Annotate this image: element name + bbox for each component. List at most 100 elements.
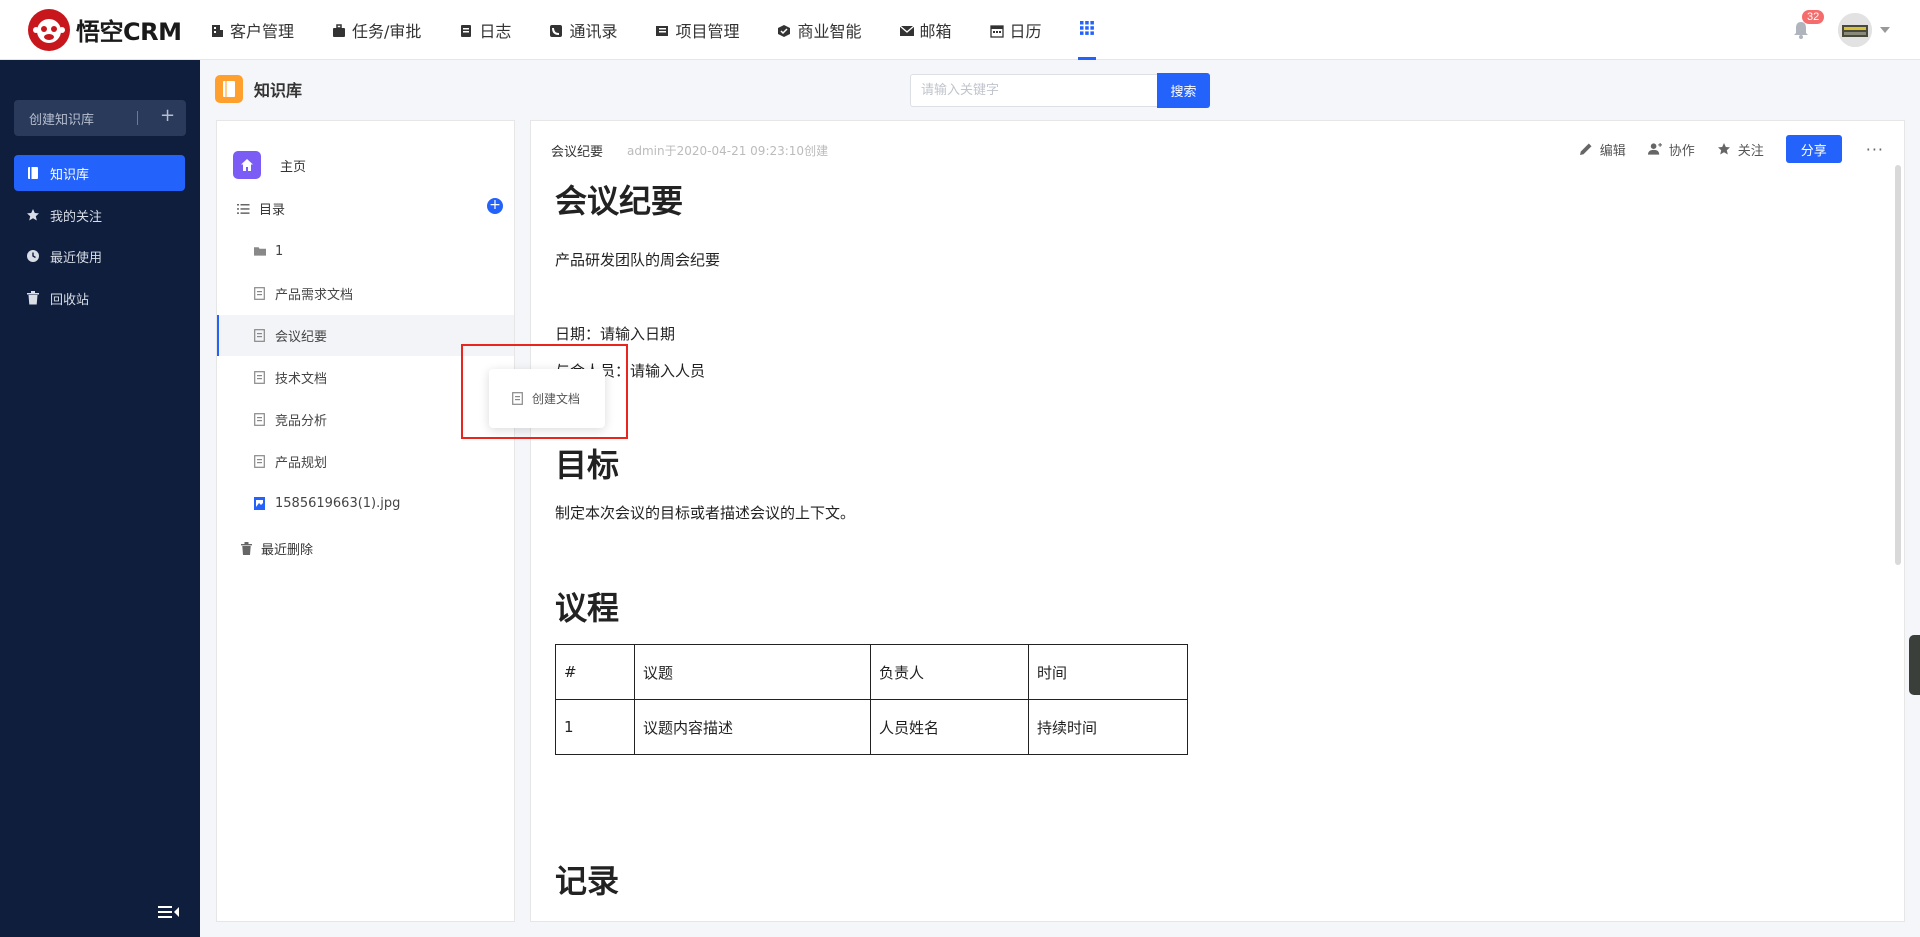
table-cell: 议题内容描述 xyxy=(634,699,871,755)
tree-home-item[interactable]: 主页 xyxy=(233,151,306,179)
nav-contacts[interactable]: 通讯录 xyxy=(549,0,617,60)
table-header-cell: # xyxy=(555,644,635,700)
more-options-icon[interactable]: ··· xyxy=(1866,140,1884,159)
share-button[interactable]: 分享 xyxy=(1785,135,1842,163)
calendar-icon xyxy=(989,23,1004,38)
tree-node-doc[interactable]: 产品规划 xyxy=(217,441,514,482)
briefcase-icon xyxy=(332,23,346,37)
plus-icon[interactable]: + xyxy=(160,105,175,126)
table-cell: 1 xyxy=(555,699,635,755)
trash-icon xyxy=(26,291,40,305)
mail-icon xyxy=(899,23,915,37)
document-header: 会议纪要 admin于2020-04-21 09:23:10创建 xyxy=(551,141,828,160)
nav-label: 任务/审批 xyxy=(352,21,422,41)
tree-node-folder[interactable]: 1 xyxy=(217,231,514,272)
trash-icon xyxy=(241,542,252,555)
nav-mail[interactable]: 邮箱 xyxy=(899,0,952,60)
knowledge-base-icon xyxy=(215,75,243,103)
follow-label: 关注 xyxy=(1737,143,1764,159)
search-button[interactable]: 搜索 xyxy=(1157,73,1210,108)
sidebar-item-knowledge-base[interactable]: 知识库 xyxy=(14,155,185,191)
sidebar-item-label: 我的关注 xyxy=(50,209,103,225)
top-navbar: 悟空CRM 客户管理 任务/审批 日志 通讯录 项目管理 商业智能 邮箱 日历 … xyxy=(0,0,1920,60)
document-icon xyxy=(254,413,266,426)
document-actions: 编辑 协作 关注 分享 ··· xyxy=(1557,135,1884,163)
tree-node-doc[interactable]: 竞品分析 xyxy=(217,399,514,440)
follow-button[interactable]: 关注 xyxy=(1717,140,1764,159)
tree-directory-header: 目录 + xyxy=(237,198,503,218)
collaborate-label: 协作 xyxy=(1668,143,1695,159)
edge-floating-tab[interactable] xyxy=(1909,635,1920,695)
document-meta: admin于2020-04-21 09:23:10创建 xyxy=(627,144,829,158)
nav-customer[interactable]: 客户管理 xyxy=(210,0,294,60)
project-icon xyxy=(655,23,669,37)
sidebar-item-label: 最近使用 xyxy=(50,250,103,266)
nav-label: 日志 xyxy=(479,21,512,41)
tree-node-doc[interactable]: 技术文档 xyxy=(217,357,514,398)
book-icon xyxy=(26,166,40,180)
tree-node-doc[interactable]: 产品需求文档 xyxy=(217,273,514,314)
sidebar-item-label: 回收站 xyxy=(50,292,90,308)
create-document-menu-item[interactable]: 创建文档 xyxy=(489,369,605,428)
edit-button[interactable]: 编辑 xyxy=(1579,140,1626,159)
tree-node-label: 产品需求文档 xyxy=(275,288,354,303)
chevron-down-icon[interactable] xyxy=(1880,27,1890,33)
image-file-icon xyxy=(254,497,266,510)
document-scrollbar[interactable] xyxy=(1895,165,1901,565)
notification-button[interactable]: 32 xyxy=(1792,10,1825,40)
tree-node-label: 会议纪要 xyxy=(275,330,328,345)
document-icon xyxy=(254,287,266,300)
log-icon xyxy=(459,23,473,37)
tree-recently-deleted[interactable]: 最近删除 xyxy=(241,539,313,558)
nav-log[interactable]: 日志 xyxy=(459,0,511,60)
sidebar-item-recycle-bin[interactable]: 回收站 xyxy=(14,280,185,316)
app-logo[interactable]: 悟空CRM xyxy=(28,8,210,51)
tree-node-label: 1585619663(1).jpg xyxy=(275,496,401,511)
table-cell: 人员姓名 xyxy=(870,699,1029,755)
trash-label: 最近删除 xyxy=(261,543,314,558)
collaborate-button[interactable]: 协作 xyxy=(1647,140,1695,159)
create-kb-label: 创建知识库 xyxy=(29,112,95,128)
nav-bi[interactable]: 商业智能 xyxy=(777,0,861,60)
tree-node-image[interactable]: 1585619663(1).jpg xyxy=(217,483,514,524)
star-icon xyxy=(26,208,40,222)
nav-task-approval[interactable]: 任务/审批 xyxy=(332,0,421,60)
sidebar-item-recent[interactable]: 最近使用 xyxy=(14,238,185,274)
sidebar-item-my-follows[interactable]: 我的关注 xyxy=(14,197,185,233)
doc-heading-main: 会议纪要 xyxy=(555,182,684,220)
table-row: 1 议题内容描述 人员姓名 持续时间 xyxy=(555,699,1188,755)
table-header-cell: 议题 xyxy=(634,644,871,700)
document-header-title: 会议纪要 xyxy=(551,145,604,160)
add-directory-item-button[interactable]: + xyxy=(487,198,503,214)
tree-node-label: 竞品分析 xyxy=(275,414,328,429)
document-panel: 会议纪要 admin于2020-04-21 09:23:10创建 编辑 协作 关… xyxy=(530,120,1905,922)
doc-heading-record: 记录 xyxy=(555,862,620,900)
home-icon xyxy=(233,151,261,179)
nav-label: 客户管理 xyxy=(230,21,295,41)
document-icon xyxy=(254,371,266,384)
edit-label: 编辑 xyxy=(1599,143,1626,159)
document-tree-panel: 主页 目录 + 1 产品需求文档 会议纪要 技术文档 竞品分析 产品规划 158… xyxy=(216,120,515,922)
logo-text: 悟空CRM xyxy=(76,18,182,46)
nav-calendar[interactable]: 日历 xyxy=(989,0,1042,60)
tree-node-doc-selected[interactable]: 会议纪要 xyxy=(217,315,514,356)
collapse-sidebar-icon[interactable] xyxy=(158,903,180,921)
document-icon xyxy=(512,392,523,405)
agenda-table: # 议题 负责人 时间 1 议题内容描述 人员姓名 持续时间 xyxy=(555,644,1188,755)
search-input[interactable] xyxy=(910,74,1157,107)
clock-icon xyxy=(26,249,40,263)
divider xyxy=(137,111,138,125)
create-knowledge-base-button[interactable]: 创建知识库 + xyxy=(14,100,186,136)
doc-heading-goal: 目标 xyxy=(555,446,620,484)
document-icon xyxy=(254,329,266,342)
avatar[interactable] xyxy=(1838,13,1872,47)
doc-heading-agenda: 议程 xyxy=(555,589,620,627)
monkey-logo-icon xyxy=(28,8,70,51)
page-header: 知识库 xyxy=(215,75,302,103)
document-icon xyxy=(254,455,266,468)
user-add-icon xyxy=(1647,142,1662,156)
bell-icon xyxy=(1792,22,1810,44)
nav-project[interactable]: 项目管理 xyxy=(655,0,739,60)
grid-icon xyxy=(1079,20,1094,39)
nav-apps-grid[interactable] xyxy=(1077,0,1096,60)
